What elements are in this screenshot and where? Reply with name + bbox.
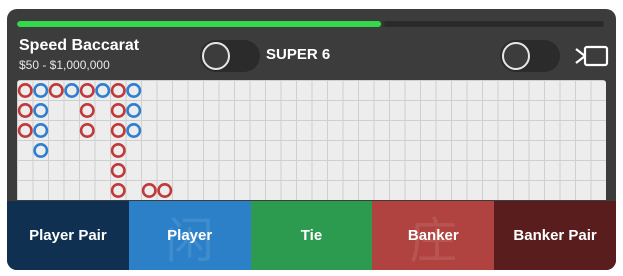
cast-screen-button[interactable] [573,43,609,69]
player-bead [64,83,80,98]
bet-spot-tie[interactable]: Tie [250,201,373,270]
player-bead [33,102,49,118]
bet-limits: $50 - $1,000,000 [19,58,110,72]
banker-bead [110,122,126,138]
cast-screen-icon [575,45,609,67]
player-bead [33,83,49,98]
super6-label: SUPER 6 [266,46,331,63]
toggle-knob [502,42,530,70]
bet-label: Banker [407,227,459,244]
bet-label: Player Pair [29,227,107,244]
banker-bead [17,102,33,118]
banker-bead [17,122,33,138]
player-bead [95,83,111,98]
secondary-toggle[interactable] [500,40,560,72]
bead-road-marks [17,83,173,199]
banker-bead [110,163,126,179]
baccarat-panel: Speed Baccarat $50 - $1,000,000 SUPER 6 … [7,9,616,270]
banker-bead [79,122,95,138]
player-bead [126,102,142,118]
banker-bead [17,83,33,98]
banker-bead [48,83,64,98]
bet-label: Tie [300,227,323,244]
bet-spot-banker[interactable]: 庄 Banker [372,201,495,270]
player-bead [33,143,49,159]
banker-bead [79,83,95,98]
bet-spot-player[interactable]: 闲 Player [128,201,251,270]
table-name: Speed Baccarat [19,37,140,54]
player-bead [126,122,142,138]
table-header: Speed Baccarat $50 - $1,000,000 SUPER 6 [7,31,616,79]
banker-bead [141,183,157,199]
bet-label: Player [167,227,213,244]
toggle-knob [202,42,230,70]
player-bead [33,122,49,138]
banker-bead [157,183,173,199]
player-bead [126,83,142,98]
betting-timer-bar [17,21,604,27]
banker-bead [79,102,95,118]
bet-spot-banker-pair[interactable]: Banker Pair [494,201,616,270]
banker-bead [110,143,126,159]
banker-bead [110,183,126,199]
super6-toggle[interactable] [200,40,260,72]
banker-bead [110,83,126,98]
bet-label: Banker Pair [513,227,597,244]
bead-road [17,80,606,200]
banker-bead [110,102,126,118]
bet-spots: Player Pair 闲 Player Tie 庄 Banker Banker Pair [7,201,616,270]
bet-spot-player-pair[interactable]: Player Pair [7,201,129,270]
betting-timer-fill [17,21,381,27]
